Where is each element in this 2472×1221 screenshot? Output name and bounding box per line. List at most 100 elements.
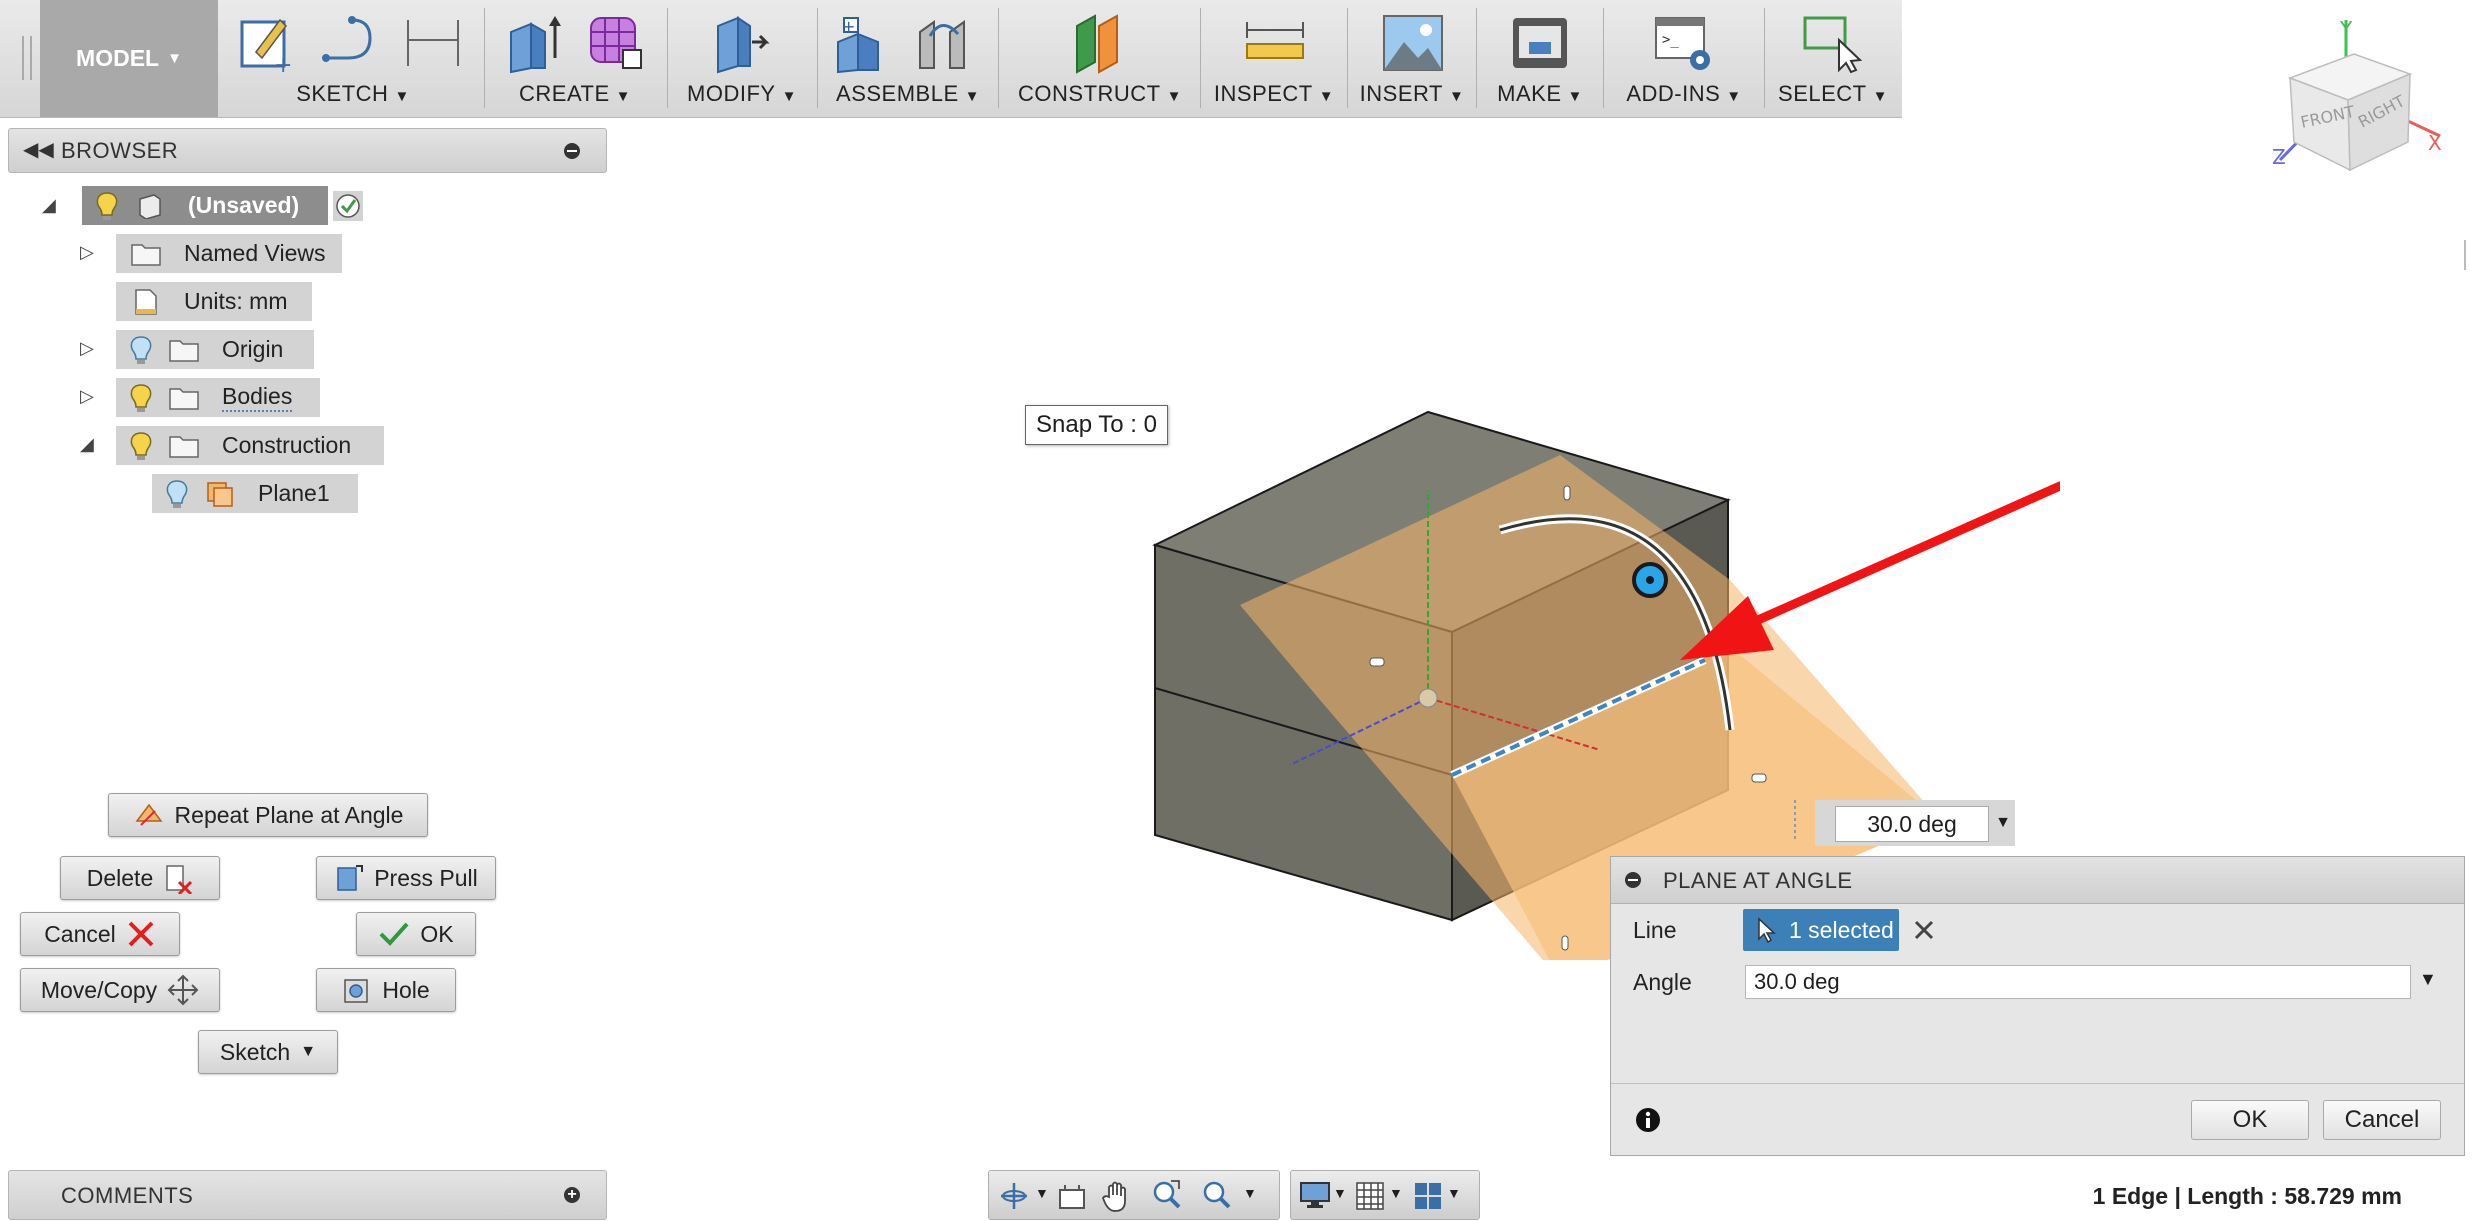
line-selection-button[interactable]: 1 selected — [1743, 909, 1899, 951]
chevron-down-icon[interactable]: ▼ — [1389, 1185, 1403, 1201]
move-copy-label: Move/Copy — [40, 976, 158, 1003]
info-icon[interactable] — [1635, 1107, 1661, 1133]
expand-triangle-icon[interactable]: ▷ — [80, 338, 94, 359]
expand-triangle-icon[interactable]: ▷ — [80, 242, 94, 263]
orbit-icon[interactable] — [999, 1181, 1029, 1211]
comments-panel[interactable]: COMMENTS + — [8, 1170, 607, 1220]
insert-image-icon[interactable] — [1382, 12, 1444, 74]
cancel-x-icon — [128, 921, 154, 947]
visibility-bulb-icon[interactable] — [128, 431, 154, 461]
browser-item-units[interactable]: Units: mm — [116, 282, 312, 321]
zoom-icon[interactable] — [1151, 1179, 1183, 1211]
select-icon[interactable] — [1801, 12, 1863, 74]
collapse-triangle-icon[interactable]: ◢ — [80, 434, 94, 455]
add-comment-icon[interactable]: + — [564, 1187, 580, 1203]
move-arrows-icon — [167, 974, 199, 1006]
extrude-icon[interactable] — [505, 12, 567, 74]
form-icon[interactable] — [585, 12, 647, 74]
toolbar-group-construct[interactable]: CONSTRUCT ▼ — [999, 0, 1201, 117]
chevron-down-icon[interactable]: ▼ — [1992, 806, 2014, 840]
checkmark-icon — [379, 922, 409, 946]
toolbar-group-label: INSERT — [1359, 81, 1443, 106]
chevron-down-icon: ▼ — [394, 88, 410, 105]
toolbar-grip[interactable] — [22, 36, 32, 80]
expand-triangle-icon[interactable]: ▷ — [80, 386, 94, 407]
axis-x-label: X — [2428, 131, 2442, 155]
toolbar-group-sketch[interactable]: + SKETCH ▼ — [222, 0, 484, 117]
browser-root-node[interactable]: (Unsaved) — [82, 186, 328, 225]
toolbar-group-make[interactable]: MAKE ▼ — [1477, 0, 1603, 117]
visibility-bulb-icon[interactable] — [128, 383, 154, 413]
browser-item-label: Origin — [222, 336, 284, 362]
minimize-icon[interactable] — [564, 143, 580, 159]
canvas-angle-input[interactable]: 30.0 deg — [1835, 806, 1989, 842]
line-tool-icon[interactable] — [318, 12, 380, 74]
look-at-icon[interactable] — [1057, 1183, 1087, 1211]
collapse-triangle-icon[interactable]: ◢ — [42, 195, 56, 216]
hole-button[interactable]: Hole — [316, 968, 456, 1012]
chevron-down-icon[interactable]: ▼ — [1243, 1185, 1257, 1201]
axis-z-label: Z — [2272, 145, 2286, 169]
panel-resize-handle[interactable] — [2464, 240, 2472, 270]
hole-icon — [344, 979, 369, 1003]
minimize-icon[interactable] — [1625, 872, 1641, 888]
collapse-panel-icon[interactable]: ◀◀ — [23, 137, 54, 162]
angle-label: Angle — [1633, 969, 1692, 995]
dialog-header[interactable]: PLANE AT ANGLE — [1611, 857, 2464, 904]
sketch-dropdown-button[interactable]: Sketch ▼ — [198, 1030, 338, 1074]
grid-settings-icon[interactable] — [1355, 1181, 1385, 1211]
browser-panel-header[interactable]: ◀◀ BROWSER — [8, 128, 607, 173]
saved-status-icon — [333, 191, 363, 221]
visibility-bulb-icon[interactable] — [94, 191, 120, 221]
press-pull-button[interactable]: Press Pull — [316, 856, 496, 900]
press-pull-label: Press Pull — [374, 864, 478, 891]
clear-selection-icon[interactable] — [1913, 919, 1935, 941]
chevron-down-icon[interactable]: ▼ — [2419, 969, 2437, 990]
toolbar-group-modify[interactable]: MODIFY ▼ — [668, 0, 816, 117]
document-icon — [139, 193, 161, 219]
browser-item-bodies[interactable]: Bodies — [116, 378, 320, 417]
repeat-plane-at-angle-button[interactable]: Repeat Plane at Angle — [108, 793, 428, 837]
toolbar-group-add-ins[interactable]: >_ ADD-INS ▼ — [1604, 0, 1764, 117]
chevron-down-icon[interactable]: ▼ — [1447, 1185, 1461, 1201]
chevron-down-icon[interactable]: ▼ — [1035, 1185, 1049, 1201]
viewcube[interactable]: Y X Z FRONT RIGHT — [2250, 10, 2460, 180]
visibility-bulb-icon[interactable] — [128, 335, 154, 365]
create-sketch-icon[interactable]: + — [236, 12, 298, 74]
browser-item-named-views[interactable]: Named Views — [116, 234, 342, 273]
cancel-button[interactable]: Cancel — [20, 912, 180, 956]
dialog-cancel-button[interactable]: Cancel — [2323, 1100, 2441, 1140]
ok-button[interactable]: OK — [356, 912, 476, 956]
browser-item-construction[interactable]: Construction — [116, 426, 384, 465]
toolbar-group-insert[interactable]: INSERT ▼ — [1348, 0, 1476, 117]
toolbar-group-create[interactable]: CREATE ▼ — [485, 0, 665, 117]
3d-print-icon[interactable] — [1509, 12, 1571, 74]
measure-icon[interactable] — [1243, 12, 1305, 74]
toolbar-group-select[interactable]: SELECT ▼ — [1765, 0, 1901, 117]
offset-plane-icon[interactable] — [1069, 12, 1131, 74]
delete-button[interactable]: Delete — [60, 856, 220, 900]
browser-item-origin[interactable]: Origin — [116, 330, 314, 369]
press-pull-icon[interactable] — [710, 12, 772, 74]
scripts-addins-icon[interactable]: >_ — [1652, 12, 1714, 74]
line-label: Line — [1633, 917, 1677, 943]
workspace-switcher[interactable]: MODEL ▼ — [40, 0, 218, 117]
sketch-label: Sketch — [219, 1038, 291, 1065]
toolbar-group-assemble[interactable]: + ASSEMBLE ▼ — [818, 0, 998, 117]
visibility-bulb-icon[interactable] — [164, 479, 190, 509]
chevron-down-icon[interactable]: ▼ — [1333, 1185, 1347, 1201]
new-component-icon[interactable]: + — [834, 12, 896, 74]
browser-title: BROWSER — [61, 138, 179, 163]
pan-hand-icon[interactable] — [1101, 1179, 1133, 1213]
fit-zoom-icon[interactable] — [1201, 1179, 1233, 1211]
browser-item-plane1[interactable]: Plane1 — [152, 474, 358, 513]
browser-item-label: Units: mm — [184, 288, 288, 314]
angle-input[interactable]: 30.0 deg — [1745, 965, 2411, 999]
toolbar-group-inspect[interactable]: INSPECT ▼ — [1201, 0, 1347, 117]
dialog-ok-button[interactable]: OK — [2191, 1100, 2309, 1140]
display-settings-icon[interactable] — [1299, 1181, 1331, 1209]
move-copy-button[interactable]: Move/Copy — [20, 968, 220, 1012]
joint-icon[interactable] — [914, 12, 976, 74]
dimension-tool-icon[interactable] — [402, 12, 464, 74]
viewports-icon[interactable] — [1413, 1181, 1443, 1211]
